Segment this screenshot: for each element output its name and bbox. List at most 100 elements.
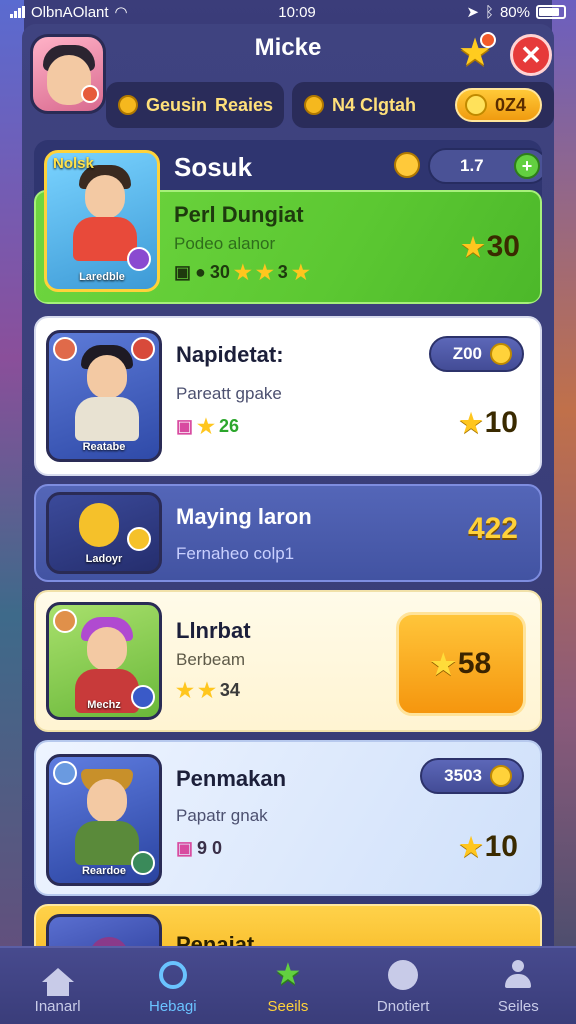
pill-value: Z00 [452, 344, 482, 363]
tag-icon: ▣ [174, 262, 192, 282]
home-icon [41, 958, 75, 996]
header-stat-left[interactable]: Geusin Reaies [106, 82, 284, 128]
thumb-label: Mechz [87, 699, 121, 711]
star-icon: ★ [255, 262, 274, 284]
header-stat-right[interactable]: N4 Clgtah 0Z4 [292, 82, 554, 128]
quest-card-featured[interactable]: Sosuk 1.7 + Nolsk Laredble Perl Dungiat … [34, 140, 542, 304]
wifi-icon: ◠ [114, 4, 128, 21]
section-title: Sosuk [174, 152, 253, 182]
reward-value: 30 [486, 230, 520, 263]
card-rating: ▣ ● 30 ★ ★ 3 ★ [174, 260, 310, 285]
bottom-nav: Inanarl Hebagi ★ Seeils Dnotiert Seiles [0, 946, 576, 1024]
card-subtitle: Pareatt gpake [176, 384, 282, 403]
thumb-label: Reatabe [82, 441, 126, 453]
add-icon[interactable]: + [514, 153, 540, 179]
star-icon: ★ [274, 958, 302, 991]
coin-icon [464, 94, 487, 116]
close-icon: ✕ [520, 39, 542, 70]
star-icon: ★ [197, 680, 216, 702]
stat-label-1: Geusin [146, 94, 208, 115]
badge-icon [53, 337, 77, 361]
bluetooth-icon: ᛒ [484, 3, 494, 21]
coin-balance[interactable]: 0Z4 [454, 88, 542, 122]
card-rating: ★ ★ 34 [176, 678, 240, 703]
background-scenery-left [0, 0, 24, 1024]
location-icon: ➤ [466, 4, 479, 21]
nav-item-home[interactable]: Inanarl [8, 958, 108, 1015]
card-thumbnail: Reardoe [46, 754, 162, 886]
badge-icon [53, 761, 77, 785]
rating-value: 30 [209, 262, 230, 282]
card-rating: ▣ ★ 26 [176, 414, 239, 439]
nav-item-face[interactable]: Dnotiert [353, 958, 453, 1015]
shield-icon [131, 337, 155, 361]
carrier-label: OlbnAOlant [31, 3, 109, 21]
star-icon: ★ [461, 231, 485, 262]
nav-item-star[interactable]: ★ Seeils [238, 958, 338, 1015]
smile-icon [490, 343, 512, 365]
background-scenery-right [552, 0, 576, 1024]
thumb-label: Reardoe [81, 865, 127, 877]
stat-label-3: N4 Clgtah [332, 94, 417, 115]
star-icon: ★ [430, 648, 456, 680]
rating-value: 34 [219, 680, 240, 700]
quest-card[interactable]: Ladoyr Maying laron Fernaheo colp1 422 [34, 484, 542, 582]
battery-icon [536, 5, 566, 19]
medal-icon [118, 95, 138, 115]
card-pill[interactable]: Z00 [428, 336, 524, 372]
nav-label: Seiles [497, 997, 539, 1015]
card-name: Maying laron [176, 504, 312, 529]
status-bar: OlbnAOlant ◠ 10:09 ➤ ᛒ 80% [0, 0, 576, 24]
shield-icon [127, 247, 151, 271]
emoji-icon [394, 152, 420, 178]
search-icon [156, 958, 190, 992]
notification-badge [81, 85, 99, 103]
counter-value: 1.7 [460, 156, 484, 175]
star-icon: ★ [459, 407, 483, 438]
thumb-label: Ladoyr [85, 553, 123, 565]
thumb-badge: Nolsk [53, 155, 94, 172]
claim-reward-button[interactable]: ★ 58 [396, 612, 526, 716]
card-thumbnail: Reatabe [46, 330, 162, 462]
pill-value: 3503 [444, 766, 482, 785]
star-notification-dot [480, 32, 496, 48]
card-subtitle: Papatr gnak [176, 806, 268, 825]
thumb-label: Laredble [79, 271, 125, 283]
star-icon: ★ [233, 262, 252, 284]
nav-label: Inanarl [34, 997, 81, 1015]
face-icon [386, 958, 420, 992]
coin-icon: ● [195, 262, 206, 282]
nav-label: Dnotiert [376, 997, 430, 1015]
card-name: Penmakan [176, 766, 287, 791]
medal-icon [304, 95, 324, 115]
nav-item-search[interactable]: Hebagi [123, 958, 223, 1015]
nav-label: Hebagi [149, 997, 197, 1015]
card-thumbnail: Ladoyr [46, 492, 162, 574]
stat-label-2: Reaies [215, 94, 274, 115]
card-pill[interactable]: 3503 [420, 758, 524, 794]
card-subtitle: Podeo alanor [174, 234, 276, 253]
quest-card[interactable]: Reardoe Penmakan 3503 Papatr gnak ▣ 9 0 … [34, 740, 542, 896]
reward-value: 10 [484, 830, 518, 863]
card-subtitle: Fernaheo colp1 [176, 544, 295, 563]
favorites-star-button[interactable]: ★ [456, 32, 496, 72]
rating-value: 26 [218, 416, 239, 436]
quest-card[interactable]: Mechz Llnrbat Berbeam ★ ★ 34 ★ 58 [34, 590, 542, 732]
section-counter[interactable]: 1.7 + [428, 148, 542, 184]
card-reward: ★ 10 [459, 406, 518, 440]
reward-value: 422 [467, 512, 518, 545]
user-icon [501, 958, 535, 992]
gift-icon: ▣ [176, 416, 194, 436]
reward-value: 58 [457, 647, 492, 680]
rating-extra: 3 [277, 262, 288, 282]
card-subtitle: Berbeam [176, 650, 245, 669]
close-button[interactable]: ✕ [510, 34, 552, 76]
card-thumbnail: Mechz [46, 602, 162, 720]
card-name: Perl Dungiat [174, 202, 304, 227]
badge-icon [53, 609, 77, 633]
card-name: Napidetat: [176, 342, 284, 367]
rating-value: 9 0 [197, 838, 223, 858]
star-icon: ★ [459, 831, 483, 862]
nav-item-user[interactable]: Seiles [468, 958, 568, 1015]
quest-card[interactable]: Reatabe Napidetat: Z00 Pareatt gpake ▣ ★… [34, 316, 542, 476]
